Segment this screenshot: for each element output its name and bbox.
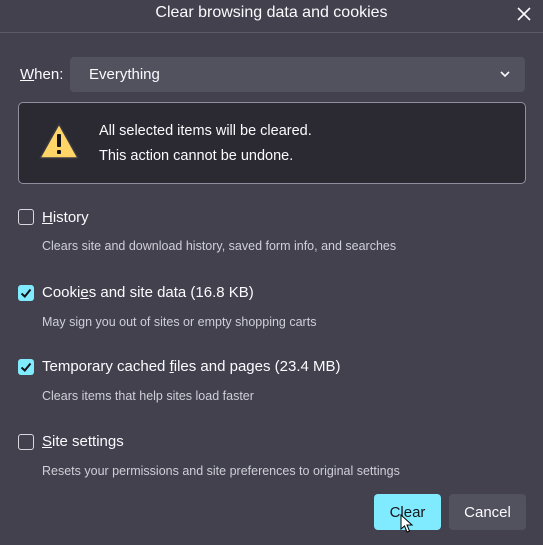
site-settings-checkbox[interactable] bbox=[18, 434, 34, 450]
cookies-checkbox[interactable] bbox=[18, 285, 34, 301]
warning-triangle-icon bbox=[39, 123, 79, 159]
site-settings-label-post: ite settings bbox=[52, 433, 124, 450]
cookies-label[interactable]: Cookies and site data (16.8 KB) bbox=[42, 284, 254, 301]
close-icon bbox=[517, 7, 531, 21]
warning-line-1: All selected items will be cleared. bbox=[99, 123, 312, 139]
clear-button[interactable]: Clear bbox=[374, 494, 441, 530]
chevron-down-icon bbox=[500, 71, 510, 78]
clear-data-dialog: Clear browsing data and cookies When: Ev… bbox=[0, 0, 543, 545]
close-button[interactable] bbox=[511, 1, 537, 27]
history-label-access: H bbox=[42, 209, 53, 226]
cache-label[interactable]: Temporary cached files and pages (23.4 M… bbox=[42, 358, 341, 375]
cache-checkbox[interactable] bbox=[18, 359, 34, 375]
warning-box: All selected items will be cleared. This… bbox=[18, 102, 526, 184]
cancel-button[interactable]: Cancel bbox=[449, 494, 526, 530]
site-settings-label-access: S bbox=[42, 433, 53, 450]
when-label: When: bbox=[20, 66, 63, 83]
history-description: Clears site and download history, saved … bbox=[42, 239, 397, 253]
when-label-rest: hen: bbox=[34, 66, 64, 83]
cookies-label-pre: Cooki bbox=[42, 284, 81, 301]
cookies-label-access: e bbox=[80, 284, 89, 301]
time-range-value: Everything bbox=[89, 66, 160, 83]
cookies-description: May sign you out of sites or empty shopp… bbox=[42, 315, 317, 329]
site-settings-description: Resets your permissions and site prefere… bbox=[42, 464, 400, 478]
warning-line-2: This action cannot be undone. bbox=[99, 148, 294, 164]
cache-description: Clears items that help sites load faster bbox=[42, 389, 254, 403]
checkmark-icon bbox=[20, 288, 32, 298]
history-label[interactable]: History bbox=[42, 209, 89, 226]
dialog-title: Clear browsing data and cookies bbox=[155, 4, 388, 21]
site-settings-label[interactable]: Site settings bbox=[42, 433, 124, 450]
history-checkbox[interactable] bbox=[18, 209, 34, 225]
time-range-select[interactable]: Everything bbox=[70, 57, 525, 92]
checkmark-icon bbox=[20, 362, 32, 372]
dialog-titlebar: Clear browsing data and cookies bbox=[0, 0, 543, 33]
when-label-access-key: W bbox=[20, 66, 35, 83]
cookies-label-post: s and site data (16.8 KB) bbox=[88, 284, 254, 301]
history-label-post: istory bbox=[52, 209, 89, 226]
cache-label-pre: Temporary cached bbox=[42, 358, 170, 375]
cache-label-post: iles and pages (23.4 MB) bbox=[173, 358, 341, 375]
